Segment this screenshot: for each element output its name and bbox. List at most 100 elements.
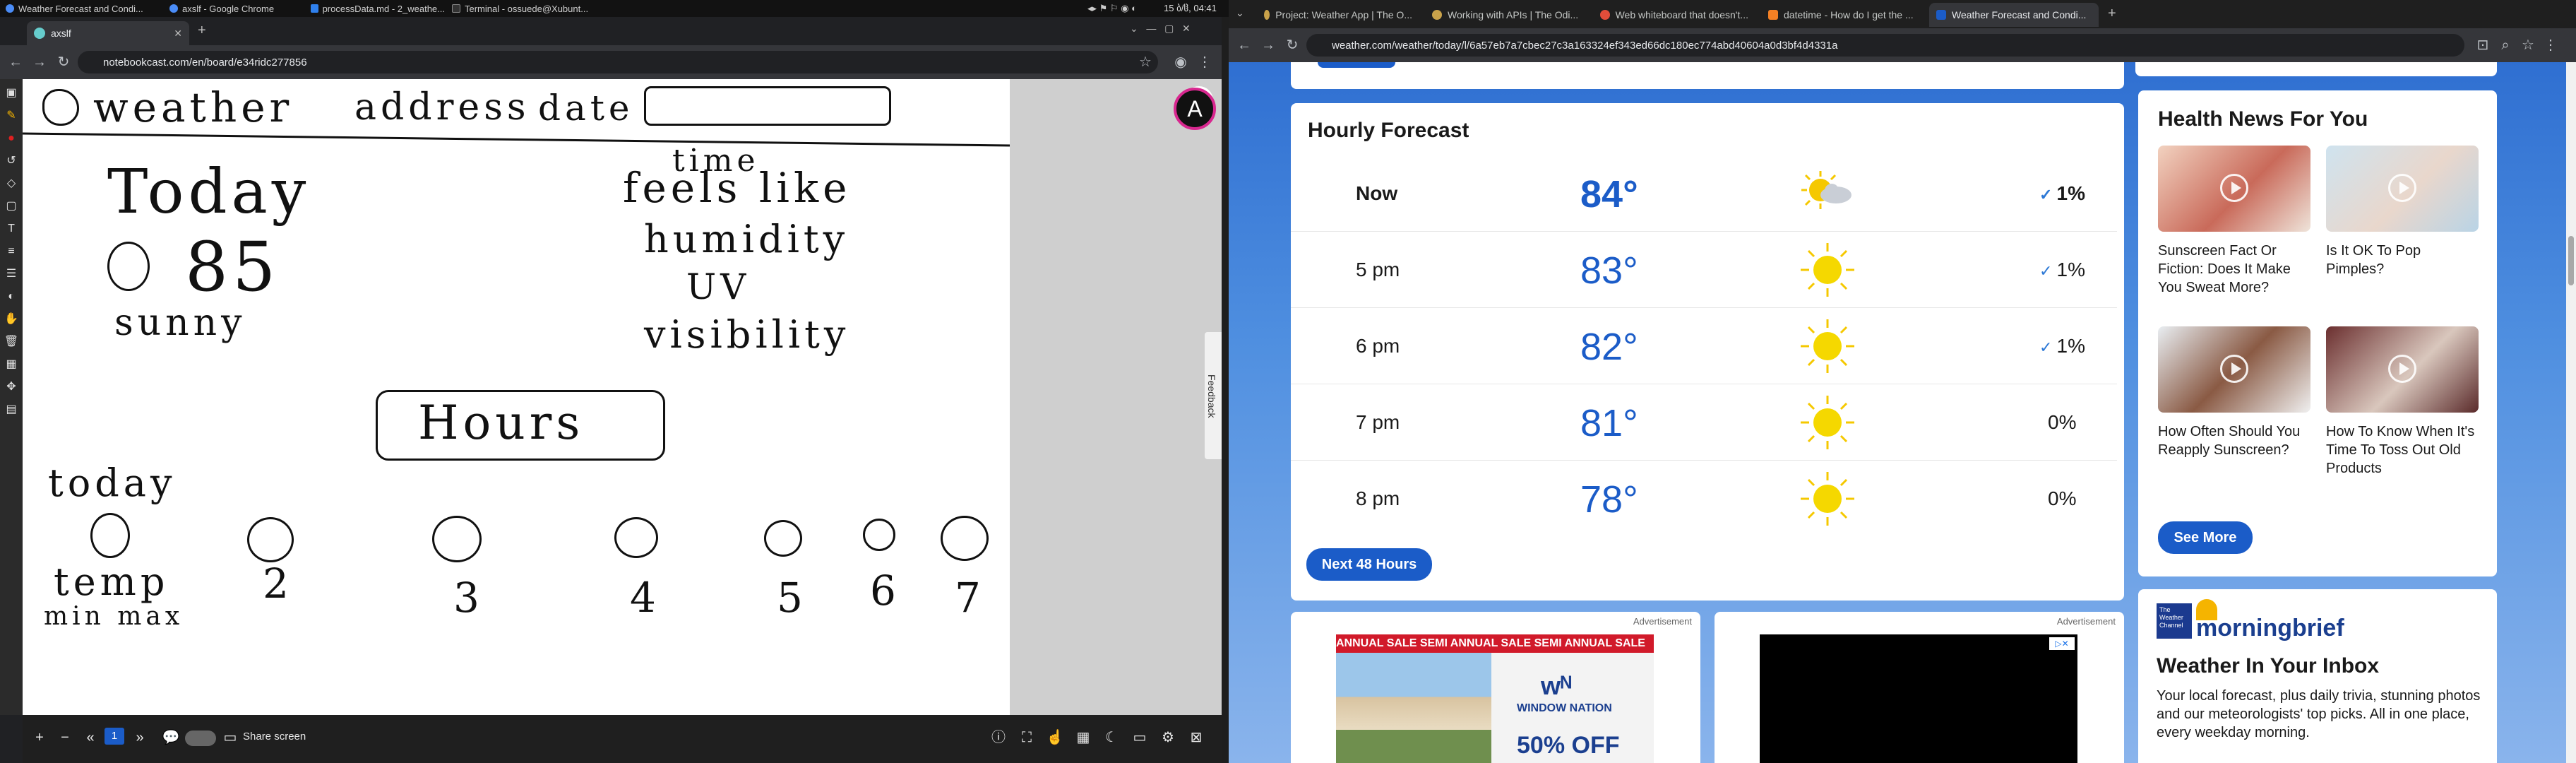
bookmark-star-icon[interactable]: ☆: [1137, 54, 1154, 71]
new-tab-icon[interactable]: +: [198, 23, 206, 39]
hour-row-5pm[interactable]: 5 pm 83° ✓ 1%: [1291, 232, 2117, 308]
extension-icon[interactable]: ◉: [1172, 54, 1189, 71]
tab-label: Weather Forecast and Condi...: [1952, 9, 2087, 20]
health-news-card: Health News For You Sunscreen Fact Or Fi…: [2138, 90, 2497, 576]
feedback-tab[interactable]: Feedback: [1205, 332, 1222, 459]
move-icon[interactable]: ✥: [3, 379, 20, 396]
pointer-icon[interactable]: ☝: [1045, 728, 1065, 747]
os-task-vscode[interactable]: processData.md - 2_weathe...: [311, 1, 445, 16]
tray-icons[interactable]: ◂▸ ⚑ ⚐ ◉ ◐: [1087, 3, 1137, 14]
info-icon[interactable]: ⓘ: [989, 728, 1008, 747]
news-thumb-3[interactable]: [2158, 326, 2310, 413]
moon-icon[interactable]: ☾: [1102, 728, 1121, 747]
tab-weather-active[interactable]: Weather Forecast and Condi...: [1929, 3, 2099, 27]
video-ad[interactable]: ▷✕: [1760, 634, 2077, 763]
folder-icon[interactable]: ▭: [1130, 728, 1150, 747]
news-caption-2[interactable]: Is It OK To Pop Pimples?: [2326, 242, 2479, 278]
scribble-circle: [941, 516, 989, 561]
layers-icon[interactable]: ☰: [3, 266, 20, 283]
hand-icon[interactable]: ✋: [3, 311, 20, 328]
exit-icon[interactable]: ⊠: [1186, 728, 1206, 747]
tab-datetime[interactable]: datetime - How do I get the ...: [1761, 3, 1924, 27]
scribble-today: Today: [107, 157, 311, 227]
window-nation-ad[interactable]: ANNUAL SALE SEMI ANNUAL SALE SEMI ANNUAL…: [1336, 634, 1654, 763]
tab-search-icon[interactable]: ⌄: [1236, 7, 1244, 19]
hour-temp: 84°: [1580, 173, 1638, 215]
plus-icon[interactable]: +: [30, 728, 49, 747]
page-number[interactable]: 1: [105, 728, 124, 745]
install-icon[interactable]: ⊡: [2474, 37, 2491, 54]
audio-toggle[interactable]: [185, 731, 216, 746]
os-task-weather[interactable]: Weather Forecast and Condi...: [6, 1, 161, 16]
url-input[interactable]: weather.com/weather/today/l/6a57eb7a7cbe…: [1306, 34, 2464, 57]
forward-icon[interactable]: →: [31, 54, 48, 71]
text-tool-icon[interactable]: T: [3, 220, 20, 237]
tab-working-apis[interactable]: Working with APIs | The Odi...: [1425, 3, 1587, 27]
play-icon: [2388, 355, 2416, 383]
hour-temp: 82°: [1580, 326, 1638, 368]
chat-icon[interactable]: 💬: [161, 728, 181, 747]
next-page-icon[interactable]: »: [130, 728, 150, 747]
prev-page-icon[interactable]: «: [80, 728, 100, 747]
ad-choices-icon[interactable]: ▷✕: [2049, 637, 2075, 650]
new-tab-icon[interactable]: +: [2108, 6, 2116, 22]
eraser-icon[interactable]: ◇: [3, 175, 20, 192]
minus-icon[interactable]: −: [55, 728, 75, 747]
clock[interactable]: 15 ბ/ჱ, 04:41: [1164, 3, 1217, 14]
scrollbar[interactable]: [2566, 62, 2576, 763]
scrollbar-thumb[interactable]: [2568, 236, 2574, 285]
hour-row-7pm[interactable]: 7 pm 81° 0%: [1291, 384, 2117, 461]
see-more-button[interactable]: See More: [2158, 521, 2253, 554]
news-caption-4[interactable]: How To Know When It's Time To Toss Out O…: [2326, 422, 2479, 478]
trash-icon[interactable]: 🗑: [3, 333, 20, 350]
tab-axslf[interactable]: axslf ✕: [27, 21, 189, 45]
zoom-icon[interactable]: ⌕: [2497, 37, 2514, 54]
reload-icon[interactable]: ↻: [1284, 37, 1301, 54]
tab-project-weather[interactable]: Project: Weather App | The O...: [1257, 3, 1419, 27]
palette-icon[interactable]: ◐: [3, 288, 20, 305]
back-icon[interactable]: ←: [1236, 37, 1253, 54]
news-caption-1[interactable]: Sunscreen Fact Or Fiction: Does It Make …: [2158, 242, 2310, 297]
settings-icon[interactable]: ⚙: [1158, 728, 1178, 747]
file-icon[interactable]: ▤: [3, 401, 20, 418]
forward-icon[interactable]: →: [1260, 37, 1277, 54]
user-avatar[interactable]: A: [1174, 88, 1216, 130]
hour-row-8pm[interactable]: 8 pm 78° 0%: [1291, 461, 2117, 537]
window-controls[interactable]: ⌄ — ▢ ✕: [1130, 23, 1191, 35]
grid-view-icon[interactable]: ▦: [1073, 728, 1093, 747]
previous-card-button[interactable]: [1318, 62, 1395, 68]
news-thumb-4[interactable]: [2326, 326, 2479, 413]
news-caption-3[interactable]: How Often Should You Reapply Sunscreen?: [2158, 422, 2310, 459]
os-task-axslf[interactable]: axslf - Google Chrome: [169, 1, 297, 16]
pen-tool-icon[interactable]: ✎: [3, 107, 20, 124]
fullscreen-icon[interactable]: ⛶: [1017, 728, 1037, 747]
next-48-hours-button[interactable]: Next 48 Hours: [1306, 548, 1432, 581]
os-task-terminal[interactable]: Terminal - ossuede@Xubunt...: [452, 1, 593, 16]
news-thumb-1[interactable]: [2158, 146, 2310, 232]
hour-row-6pm[interactable]: 6 pm 82° ✓ 1%: [1291, 308, 2117, 384]
color-red-icon[interactable]: ●: [3, 130, 20, 147]
grid-icon[interactable]: ▦: [3, 356, 20, 373]
news-thumb-2[interactable]: [2326, 146, 2479, 232]
shape-tool-icon[interactable]: ▢: [3, 198, 20, 215]
menu-kebab-icon[interactable]: ⋮: [2542, 37, 2559, 54]
image-tool-icon[interactable]: ▣: [3, 85, 20, 102]
tab-label: axslf: [51, 28, 71, 39]
house-image: [1336, 653, 1491, 763]
close-icon[interactable]: ✕: [174, 28, 182, 40]
bookmark-star-icon[interactable]: ☆: [2520, 37, 2536, 54]
lines-tool-icon[interactable]: ≡: [3, 243, 20, 260]
menu-kebab-icon[interactable]: ⋮: [1196, 54, 1213, 71]
hour-row-now[interactable]: Now 84° ✓ 1%: [1291, 155, 2117, 232]
hour-temp: 81°: [1580, 402, 1638, 444]
screen-icon[interactable]: ▭: [220, 728, 240, 747]
whiteboard-canvas[interactable]: weather address date Today time feels li…: [23, 79, 1011, 715]
back-icon[interactable]: ←: [7, 54, 24, 71]
share-screen-label[interactable]: Share screen: [243, 731, 306, 743]
url-input[interactable]: notebookcast.com/en/board/e34ridc277856: [78, 51, 1158, 73]
sun-icon: [1801, 243, 1854, 297]
undo-icon[interactable]: ↺: [3, 153, 20, 170]
tab-whiteboard-search[interactable]: Web whiteboard that doesn't...: [1593, 3, 1755, 27]
raindrop-icon: ✓: [2039, 262, 2057, 280]
reload-icon[interactable]: ↻: [55, 54, 72, 71]
